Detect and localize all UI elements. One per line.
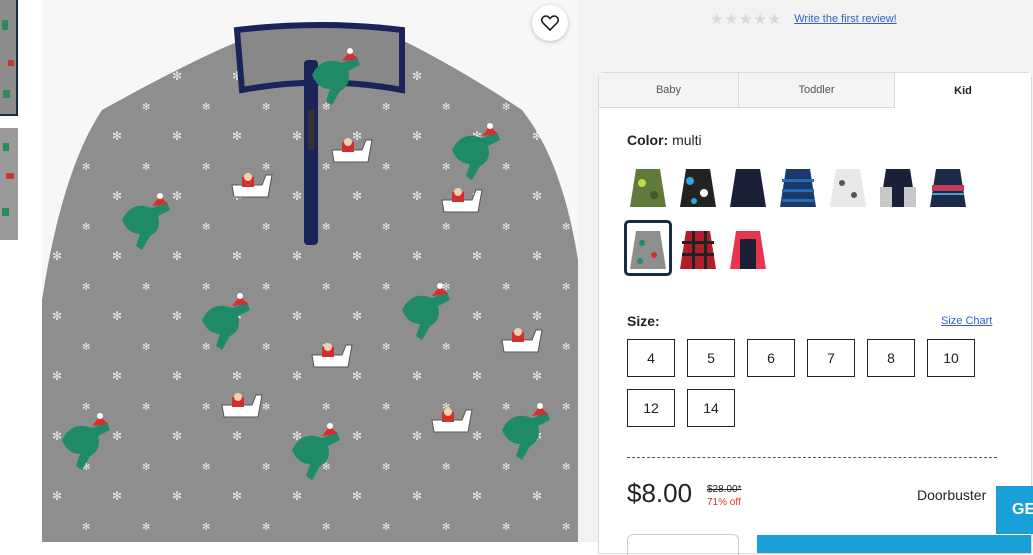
swatch-navy-solid[interactable] [726, 161, 770, 211]
product-options-panel: Baby Toddler Kid Color: multi Size: Size… [598, 72, 1032, 555]
thumbnail-2[interactable] [0, 128, 18, 240]
divider [627, 457, 997, 458]
tab-toddler[interactable]: Toddler [739, 73, 895, 108]
size-option-12[interactable]: 12 [627, 389, 675, 427]
favorite-heart-icon[interactable] [532, 5, 568, 41]
doorbuster-badge: Doorbuster [917, 487, 987, 503]
add-to-bag-button[interactable] [757, 535, 1031, 553]
size-option-7[interactable]: 7 [807, 339, 855, 377]
swatch-fair-isle[interactable] [926, 161, 970, 211]
swatch-white-print[interactable] [826, 161, 870, 211]
reviews-row: ★★★★★ Write the first review! [710, 10, 897, 28]
swatch-navy-gray[interactable] [876, 161, 920, 211]
tab-baby[interactable]: Baby [599, 73, 739, 108]
discount-percent: 71% off [707, 497, 741, 508]
swatch-blue-dino[interactable] [676, 161, 720, 211]
swatch-navy-stripe[interactable] [776, 161, 820, 211]
size-option-8[interactable]: 8 [867, 339, 915, 377]
color-value: multi [672, 132, 702, 148]
quantity-selector[interactable] [627, 534, 739, 555]
write-review-link[interactable]: Write the first review! [794, 13, 897, 25]
swatch-gray-dino-print[interactable] [624, 220, 672, 276]
swatch-red-plaid[interactable] [676, 223, 720, 273]
size-option-5[interactable]: 5 [687, 339, 735, 377]
size-option-14[interactable]: 14 [687, 389, 735, 427]
size-label: Size: [627, 313, 660, 329]
size-chart-link[interactable]: Size Chart [941, 315, 992, 327]
age-tabs: Baby Toddler Kid [599, 73, 1031, 109]
thumbnail-1[interactable] [0, 0, 18, 116]
swatch-green-camo[interactable] [626, 161, 670, 211]
product-image: ✻ ✻ [42, 0, 578, 542]
get-button[interactable]: GE [996, 486, 1033, 534]
original-price: $28.00* [707, 484, 742, 495]
swatch-pink-navy[interactable] [726, 223, 770, 273]
color-label: Color: multi [627, 132, 702, 148]
thumbnail-strip [0, 0, 20, 542]
tab-kid[interactable]: Kid [895, 73, 1031, 108]
rating-stars-icon: ★★★★★ [710, 11, 783, 28]
size-option-10[interactable]: 10 [927, 339, 975, 377]
size-option-6[interactable]: 6 [747, 339, 795, 377]
sale-price: $8.00 [627, 478, 693, 508]
size-option-4[interactable]: 4 [627, 339, 675, 377]
color-label-text: Color: [627, 132, 669, 148]
